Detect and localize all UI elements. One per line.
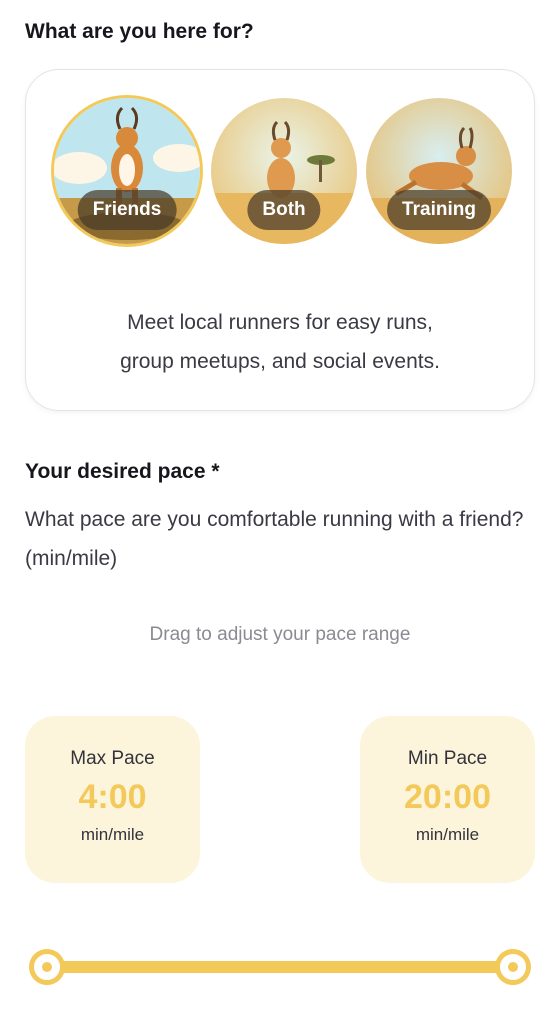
option-label: Both <box>247 190 321 230</box>
pace-range-track[interactable] <box>47 961 513 973</box>
option-friends[interactable]: Friends <box>54 98 200 244</box>
max-pace-card: Max Pace 4:00 min/mile <box>25 716 200 883</box>
min-pace-value: 20:00 <box>404 778 491 816</box>
option-label: Training <box>387 190 491 230</box>
min-pace-slider-handle[interactable] <box>495 949 531 985</box>
option-both[interactable]: Both <box>211 98 357 244</box>
pace-title: Your desired pace * <box>25 460 220 483</box>
option-label: Friends <box>77 190 177 230</box>
min-pace-unit: min/mile <box>415 825 480 844</box>
max-pace-unit: min/mile <box>80 825 145 844</box>
max-pace-value: 4:00 <box>78 778 147 816</box>
purpose-description-line1: Meet local runners for easy runs, <box>127 311 433 334</box>
drag-hint: Drag to adjust your pace range <box>149 624 411 645</box>
pace-question: What pace are you comfortable running wi… <box>25 508 524 570</box>
option-training[interactable]: Training <box>366 98 512 244</box>
min-pace-label: Min Pace <box>407 748 488 769</box>
purpose-description-line2: group meetups, and social events. <box>120 350 440 373</box>
purpose-description: Meet local runners for easy runs, group … <box>40 303 520 381</box>
min-pace-card: Min Pace 20:00 min/mile <box>360 716 535 883</box>
max-pace-slider-handle[interactable] <box>29 949 65 985</box>
purpose-title: What are you here for? <box>25 20 254 43</box>
max-pace-label: Max Pace <box>70 748 155 769</box>
